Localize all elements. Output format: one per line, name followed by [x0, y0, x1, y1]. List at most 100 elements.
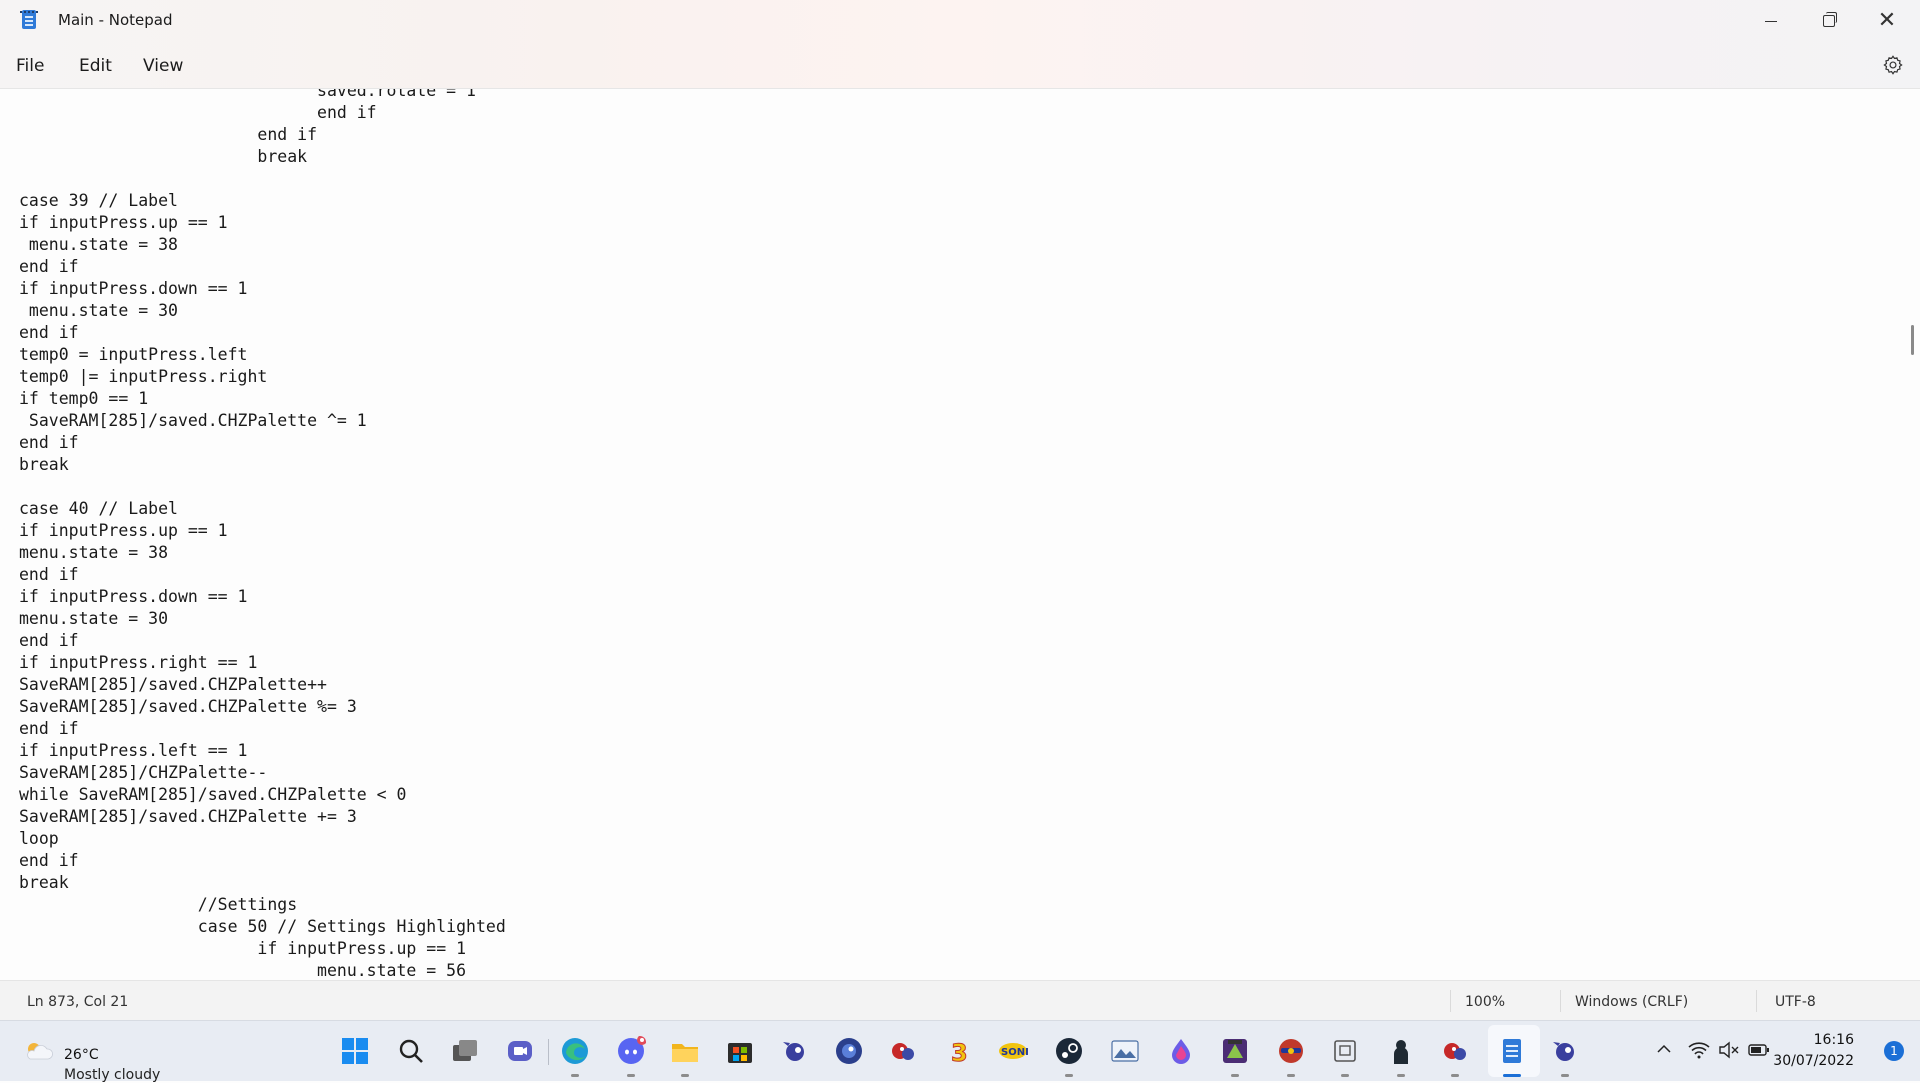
encoding: UTF-8 — [1775, 994, 1816, 1010]
window-title: Main - Notepad — [58, 11, 173, 29]
menu-file[interactable]: File — [16, 56, 44, 76]
code-line[interactable]: if inputPress.left == 1 — [19, 740, 506, 762]
sonic-game-icon[interactable] — [780, 1036, 810, 1066]
code-line[interactable]: end if — [19, 564, 506, 586]
code-line[interactable]: break — [19, 872, 506, 894]
code-line[interactable]: if temp0 == 1 — [19, 388, 506, 410]
notepad-active-indicator — [1503, 1074, 1521, 1077]
menu-edit[interactable]: Edit — [79, 56, 112, 76]
minimize-button[interactable] — [1742, 0, 1800, 42]
code-line[interactable]: menu.state = 30 — [19, 608, 506, 630]
code-line[interactable]: //Settings — [19, 894, 506, 916]
edge-running-indicator — [571, 1074, 579, 1077]
code-line[interactable]: SaveRAM[285]/saved.CHZPalette ^= 1 — [19, 410, 506, 432]
title-bar: Main - Notepad ✕ — [0, 0, 1920, 42]
clock-time[interactable]: 16:16 — [1814, 1032, 1854, 1048]
code-line[interactable]: if inputPress.up == 1 — [19, 938, 506, 960]
code-line[interactable]: end if — [19, 322, 506, 344]
code-line[interactable]: if inputPress.up == 1 — [19, 212, 506, 234]
notepad-taskbar-icon[interactable] — [1497, 1036, 1527, 1066]
photos-icon[interactable] — [1110, 1036, 1140, 1066]
code-line[interactable]: SaveRAM[285]/saved.CHZPalette += 3 — [19, 806, 506, 828]
knuckles-game-icon[interactable] — [888, 1036, 918, 1066]
knuckles-chaotix-icon[interactable] — [1440, 1036, 1470, 1066]
discord-running-indicator — [627, 1074, 635, 1077]
code-line[interactable]: temp0 |= inputPress.right — [19, 366, 506, 388]
close-button[interactable]: ✕ — [1858, 0, 1916, 42]
dark-character-icon[interactable] — [1386, 1036, 1416, 1066]
wifi-icon[interactable] — [1688, 1041, 1710, 1059]
code-line[interactable]: case 40 // Label — [19, 498, 506, 520]
code-line[interactable]: end if — [19, 256, 506, 278]
code-line[interactable]: if inputPress.up == 1 — [19, 520, 506, 542]
chevron-up-icon[interactable] — [1656, 1041, 1672, 1057]
image-editor-running-indicator — [1231, 1074, 1239, 1077]
code-line[interactable]: if inputPress.down == 1 — [19, 278, 506, 300]
edge-browser-icon[interactable] — [560, 1036, 590, 1066]
steam-icon[interactable] — [1054, 1036, 1084, 1066]
code-line[interactable]: loop — [19, 828, 506, 850]
weather-temperature: 26°C — [64, 1047, 99, 1063]
code-line[interactable]: case 39 // Label — [19, 190, 506, 212]
code-line[interactable]: end if — [19, 124, 506, 146]
code-line[interactable]: end if — [19, 850, 506, 872]
battery-icon[interactable] — [1748, 1041, 1770, 1059]
sonic-logo-icon[interactable]: SONIC — [998, 1036, 1028, 1066]
code-line[interactable]: if inputPress.down == 1 — [19, 586, 506, 608]
code-line[interactable]: menu.state = 56 — [19, 960, 506, 980]
code-line[interactable]: end if — [19, 630, 506, 652]
explorer-running-indicator — [681, 1074, 689, 1077]
code-line[interactable]: menu.state = 30 — [19, 300, 506, 322]
code-line[interactable]: end if — [19, 432, 506, 454]
code-line[interactable]: menu.state = 38 — [19, 234, 506, 256]
code-line[interactable]: break — [19, 146, 506, 168]
text-editor[interactable]: saved.rotate = 1 end if end if break cas… — [0, 89, 1920, 980]
sonic-mania-running-indicator — [1561, 1074, 1569, 1077]
zoom-level: 100% — [1465, 994, 1506, 1010]
code-line[interactable]: SaveRAM[285]/saved.CHZPalette++ — [19, 674, 506, 696]
code-line[interactable]: end if — [19, 102, 506, 124]
code-line[interactable]: end if — [19, 718, 506, 740]
code-line[interactable]: SaveRAM[285]/saved.CHZPalette %= 3 — [19, 696, 506, 718]
chat-icon[interactable] — [505, 1036, 535, 1066]
sonic-mania-icon[interactable] — [1550, 1036, 1580, 1066]
start-button-icon[interactable] — [340, 1036, 370, 1066]
code-line[interactable]: if inputPress.right == 1 — [19, 652, 506, 674]
robotnik-game-icon[interactable] — [1276, 1036, 1306, 1066]
svg-text:SONIC: SONIC — [1001, 1047, 1028, 1058]
code-line[interactable]: break — [19, 454, 506, 476]
robotnik-running-indicator — [1287, 1074, 1295, 1077]
search-icon[interactable] — [396, 1036, 426, 1066]
microsoft-store-icon[interactable] — [725, 1036, 755, 1066]
restore-icon — [1823, 12, 1837, 27]
sonic3-air-icon[interactable]: 3 — [944, 1036, 974, 1067]
vertical-scrollbar[interactable] — [1911, 325, 1914, 355]
code-line[interactable] — [19, 476, 506, 498]
dark-character-running-indicator — [1397, 1074, 1405, 1077]
editor-text[interactable]: saved.rotate = 1 end if end if break cas… — [19, 89, 506, 980]
terminal-app-icon[interactable] — [1330, 1036, 1360, 1066]
clock-date[interactable]: 30/07/2022 — [1773, 1053, 1854, 1069]
code-line[interactable]: case 50 // Settings Highlighted — [19, 916, 506, 938]
file-explorer-icon[interactable] — [670, 1036, 700, 1066]
code-line[interactable]: SaveRAM[285]/CHZPalette-- — [19, 762, 506, 784]
task-view-icon[interactable] — [450, 1036, 480, 1066]
paint-drop-icon[interactable] — [1166, 1036, 1196, 1066]
code-line[interactable] — [19, 168, 506, 190]
settings-gear-icon[interactable] — [1882, 54, 1904, 76]
code-line[interactable]: saved.rotate = 1 — [19, 89, 506, 102]
menu-view[interactable]: View — [143, 56, 183, 76]
knuckles-chaotix-running-indicator — [1451, 1074, 1459, 1077]
sonic-classic-icon[interactable] — [834, 1036, 864, 1066]
code-line[interactable]: temp0 = inputPress.left — [19, 344, 506, 366]
code-line[interactable]: menu.state = 38 — [19, 542, 506, 564]
discord-icon[interactable] — [616, 1036, 646, 1066]
terminal-running-indicator — [1341, 1074, 1349, 1077]
code-line[interactable]: while SaveRAM[285]/saved.CHZPalette < 0 — [19, 784, 506, 806]
restore-button[interactable] — [1800, 0, 1858, 42]
minimize-icon — [1765, 20, 1777, 22]
volume-muted-icon[interactable] — [1718, 1041, 1740, 1059]
weather-condition: Mostly cloudy — [64, 1067, 161, 1083]
notification-badge[interactable]: 1 — [1884, 1041, 1904, 1061]
image-editor-icon[interactable] — [1220, 1036, 1250, 1066]
